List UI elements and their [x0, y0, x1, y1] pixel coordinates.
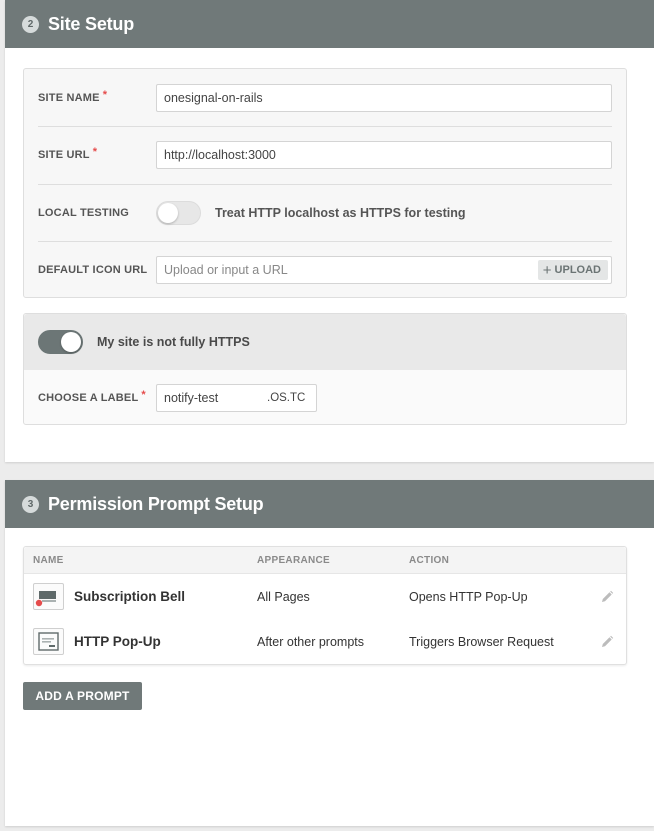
- label-suffix: .OS.TC: [267, 391, 306, 404]
- site-name-row: SITE NAME *: [38, 69, 612, 126]
- site-settings-card: SITE NAME* SITE URL* LOCAL TESTING Treat…: [23, 68, 627, 298]
- choose-label-row: CHOOSE A LABEL* .OS.TC: [24, 370, 626, 425]
- https-settings-card: My site is not fully HTTPS CHOOSE A LABE…: [23, 313, 627, 425]
- panel-title: Site Setup: [48, 13, 135, 34]
- column-header-action: ACTION: [409, 554, 450, 566]
- plus-icon: +: [542, 261, 552, 279]
- prompt-table: NAME APPEARANCE ACTION Subscription Bell…: [23, 546, 627, 665]
- upload-button-label: UPLOAD: [554, 264, 601, 276]
- pencil-icon[interactable]: [600, 635, 614, 649]
- bell-prompt-icon: [33, 583, 64, 610]
- prompt-name: Subscription Bell: [74, 589, 186, 604]
- not-https-toggle[interactable]: [38, 330, 83, 354]
- site-url-label: SITE URL *: [38, 146, 98, 161]
- prompt-setup-header: 3 Permission Prompt Setup: [5, 480, 654, 528]
- label-field: .OS.TC: [156, 383, 317, 412]
- site-url-row: SITE URL *: [38, 126, 612, 183]
- not-https-toggle-label: My site is not fully HTTPS: [97, 335, 250, 349]
- site-url-input[interactable]: [156, 141, 612, 169]
- prompt-appearance: All Pages: [257, 589, 310, 604]
- default-icon-label: DEFAULT ICON URL: [38, 264, 148, 276]
- pencil-icon[interactable]: [600, 590, 614, 604]
- default-icon-field: +UPLOAD: [156, 256, 612, 284]
- popup-prompt-icon: [33, 628, 64, 655]
- upload-button[interactable]: + UPLOAD: [537, 260, 608, 280]
- default-icon-row: DEFAULT ICON URL +UPLOAD: [38, 241, 612, 298]
- column-header-appearance: APPEARANCE: [257, 554, 331, 566]
- label-input[interactable]: [157, 384, 267, 411]
- toggle-knob: [61, 332, 81, 352]
- table-row[interactable]: HTTP Pop-Up After other prompts Triggers…: [24, 619, 626, 664]
- default-icon-url-input[interactable]: [157, 257, 538, 283]
- prompt-setup-panel: 3 Permission Prompt Setup NAME APPEARANC…: [5, 480, 654, 826]
- choose-label-label: CHOOSE A LABEL *: [38, 388, 146, 404]
- required-mark: *: [141, 388, 146, 401]
- step-number-badge: 3: [22, 495, 39, 513]
- table-row[interactable]: Subscription Bell All Pages Opens HTTP P…: [24, 574, 626, 619]
- add-prompt-button[interactable]: ADD A PROMPT: [23, 682, 142, 710]
- required-mark: *: [92, 146, 98, 158]
- panel-title: Permission Prompt Setup: [48, 493, 264, 514]
- local-testing-row: LOCAL TESTING Treat HTTP localhost as HT…: [38, 184, 612, 241]
- local-testing-label: LOCAL TESTING: [38, 207, 130, 219]
- local-testing-toggle[interactable]: [156, 201, 201, 225]
- prompt-action: Opens HTTP Pop-Up: [409, 589, 528, 604]
- site-setup-panel: 2 Site Setup SITE NAME* SITE URL* LOCAL …: [5, 0, 654, 462]
- prompt-appearance: After other prompts: [257, 634, 364, 649]
- toggle-knob: [158, 203, 178, 223]
- site-setup-header: 2 Site Setup: [5, 0, 654, 48]
- prompt-action: Triggers Browser Request: [409, 634, 554, 649]
- local-testing-toggle-label: Treat HTTP localhost as HTTPS for testin…: [215, 206, 466, 220]
- step-number-badge: 2: [22, 15, 39, 33]
- column-header-name: NAME: [33, 554, 64, 566]
- site-name-label: SITE NAME *: [38, 88, 108, 104]
- table-header: NAME APPEARANCE ACTION: [24, 547, 626, 574]
- required-mark: *: [102, 88, 108, 101]
- site-name-input[interactable]: [156, 83, 612, 112]
- prompt-name: HTTP Pop-Up: [74, 634, 161, 649]
- https-toggle-row: My site is not fully HTTPS: [24, 314, 626, 370]
